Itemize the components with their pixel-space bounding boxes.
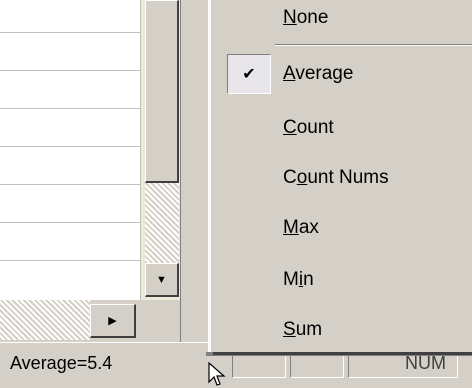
grid-row-line bbox=[0, 184, 140, 185]
menu-item-min[interactable]: Min bbox=[211, 256, 472, 304]
screen: ▼ ▶ Average=5.4 NUM None ✔ Average Count… bbox=[0, 0, 472, 388]
menu-item-max[interactable]: Max bbox=[211, 204, 472, 252]
status-bar-function-menu: None ✔ Average Count Count Nums Max Min … bbox=[210, 0, 472, 352]
menu-item-sum[interactable]: Sum bbox=[211, 306, 472, 354]
scrollbar-corner bbox=[145, 300, 180, 340]
worksheet-grid[interactable] bbox=[0, 0, 141, 300]
menu-item-label: Count Nums bbox=[283, 167, 389, 188]
status-summary[interactable]: Average=5.4 bbox=[4, 348, 204, 378]
menu-item-label: Count bbox=[283, 117, 334, 138]
grid-row-line bbox=[0, 70, 140, 71]
menu-item-label: Average bbox=[283, 63, 354, 84]
menu-item-label: Min bbox=[283, 269, 314, 290]
menu-item-none[interactable]: None bbox=[211, 0, 472, 42]
menu-item-count-nums[interactable]: Count Nums bbox=[211, 154, 472, 202]
grid-row-line bbox=[0, 222, 140, 223]
vertical-scroll-track[interactable] bbox=[145, 183, 179, 263]
checkmark-glyph: ✔ bbox=[242, 66, 256, 83]
menu-item-average[interactable]: ✔ Average bbox=[211, 50, 472, 98]
grid-row-line bbox=[0, 32, 140, 33]
check-icon: ✔ bbox=[227, 54, 271, 94]
menu-item-label: Sum bbox=[283, 319, 323, 340]
grid-row-line bbox=[0, 108, 140, 109]
mouse-pointer-icon bbox=[208, 362, 226, 386]
chevron-right-icon: ▶ bbox=[108, 315, 117, 327]
grid-row-line bbox=[0, 146, 140, 147]
menu-item-label: Max bbox=[283, 217, 319, 238]
horizontal-scroll-track[interactable] bbox=[0, 300, 90, 340]
scroll-down-button[interactable]: ▼ bbox=[145, 263, 179, 297]
window-frame-edge bbox=[180, 0, 208, 388]
menu-item-count[interactable]: Count bbox=[211, 104, 472, 152]
scroll-right-button[interactable]: ▶ bbox=[90, 304, 136, 338]
grid-row-line bbox=[0, 260, 140, 261]
chevron-down-icon: ▼ bbox=[156, 273, 167, 286]
status-summary-text: Average=5.4 bbox=[10, 352, 113, 373]
vertical-scroll-thumb[interactable] bbox=[145, 0, 179, 183]
menu-item-label: None bbox=[283, 7, 329, 28]
menu-separator bbox=[275, 44, 472, 46]
